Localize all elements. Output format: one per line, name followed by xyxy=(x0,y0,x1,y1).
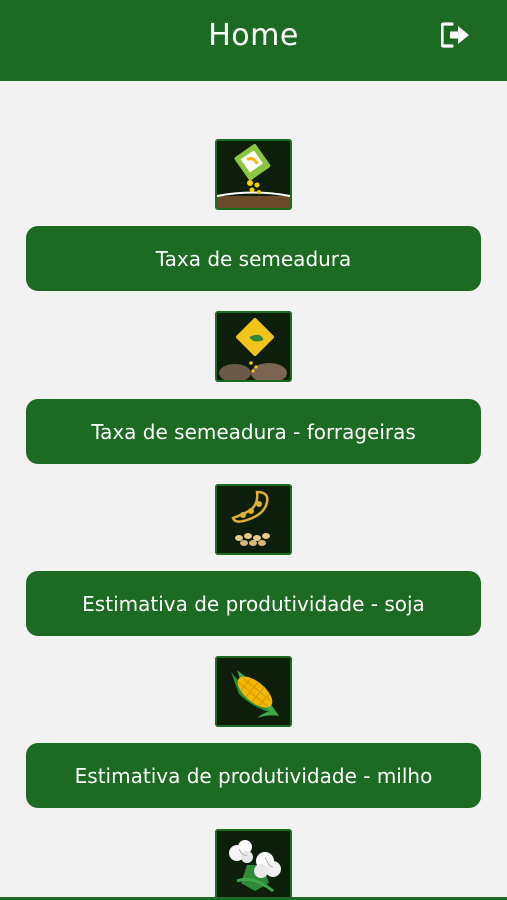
menu-button-label: Taxa de semeadura xyxy=(155,246,352,271)
menu-button-corn-yield[interactable]: Estimativa de produtividade - milho xyxy=(26,743,481,808)
cotton-boll-icon xyxy=(229,840,281,893)
page-title: Home xyxy=(208,18,299,53)
menu-list: Taxa de semeadura Taxa de semeadura - fo… xyxy=(0,81,507,900)
menu-button-label: Estimativa de produtividade - soja xyxy=(82,591,425,616)
menu-button-label: Taxa de semeadura - forrageiras xyxy=(91,419,416,444)
forage-seed-bag-icon xyxy=(219,318,287,380)
forage-seed-tile[interactable] xyxy=(215,311,292,382)
soybean-tile[interactable] xyxy=(215,484,292,555)
corn-cob-icon xyxy=(231,670,279,718)
menu-button-seeding-rate[interactable]: Taxa de semeadura xyxy=(26,226,481,291)
logout-icon xyxy=(440,22,469,48)
menu-button-soy-yield[interactable]: Estimativa de produtividade - soja xyxy=(26,571,481,636)
menu-button-label: Estimativa de produtividade - milho xyxy=(74,763,433,788)
soybean-pod-icon xyxy=(231,490,270,546)
menu-button-forage-seeding-rate[interactable]: Taxa de semeadura - forrageiras xyxy=(26,399,481,464)
app-header: Home xyxy=(0,0,507,81)
seed-packet-icon xyxy=(217,144,290,208)
cotton-tile[interactable] xyxy=(215,829,292,900)
logout-button[interactable] xyxy=(440,22,471,48)
seed-packet-tile[interactable] xyxy=(215,139,292,210)
corn-tile[interactable] xyxy=(215,656,292,727)
